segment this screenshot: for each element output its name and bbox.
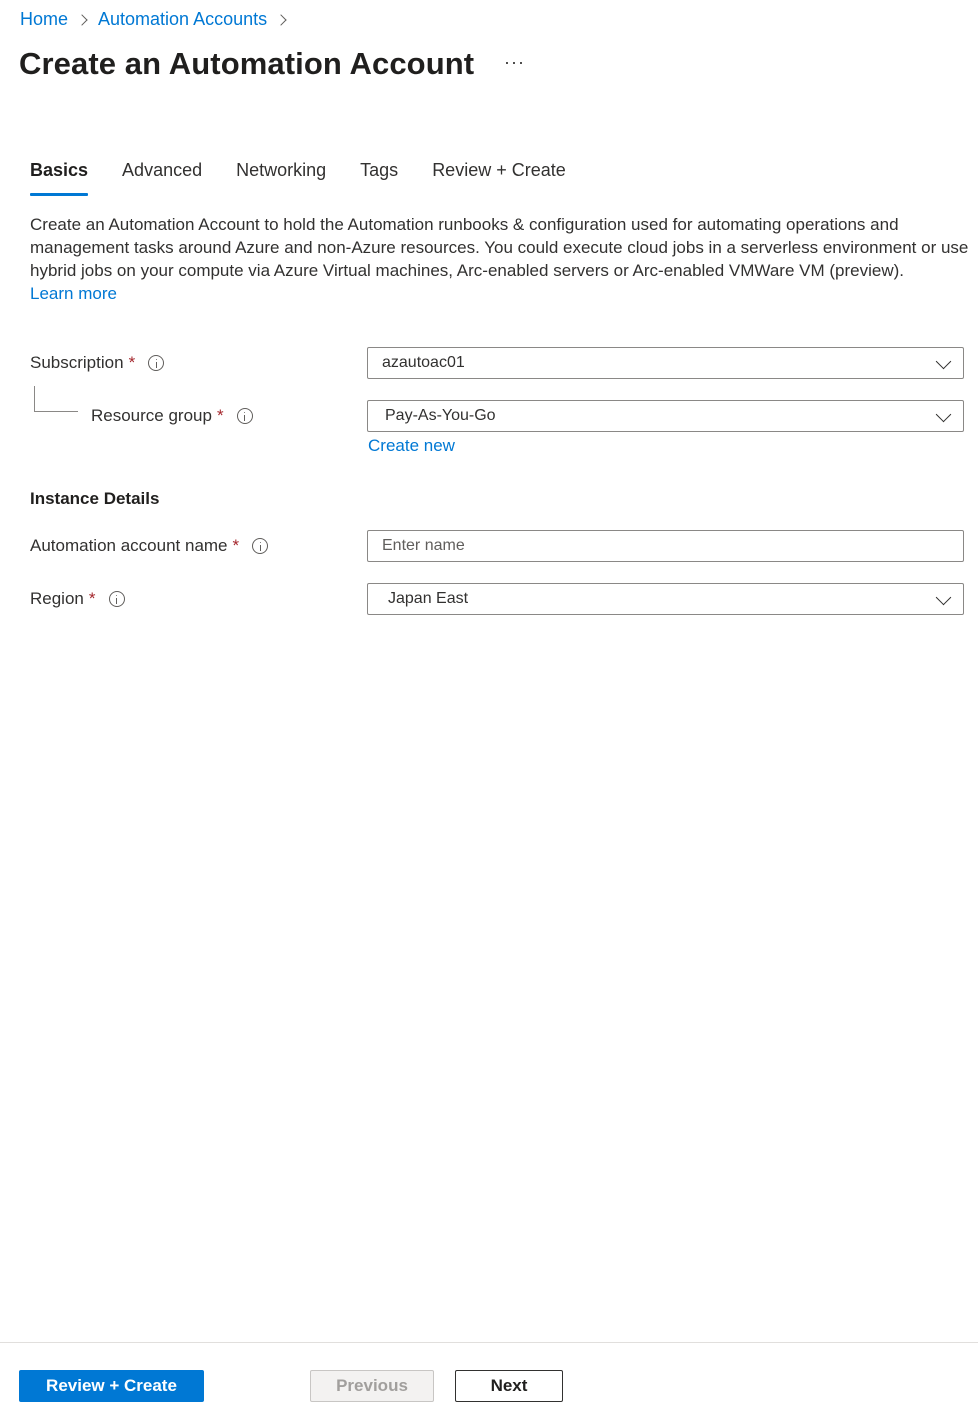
account-name-label-text: Automation account name bbox=[30, 536, 228, 555]
required-marker: * bbox=[216, 406, 224, 425]
chevron-down-icon bbox=[935, 589, 952, 606]
account-name-input[interactable] bbox=[382, 537, 963, 555]
region-label-text: Region bbox=[30, 589, 84, 608]
breadcrumb: Home Automation Accounts bbox=[20, 9, 297, 30]
more-options-button[interactable]: ··· bbox=[504, 52, 525, 73]
review-create-button[interactable]: Review + Create bbox=[19, 1370, 204, 1402]
chevron-down-icon bbox=[935, 406, 952, 423]
subscription-label: Subscription * bbox=[30, 353, 165, 373]
description: Create an Automation Account to hold the… bbox=[30, 213, 970, 305]
next-button[interactable]: Next bbox=[455, 1370, 563, 1402]
previous-button[interactable]: Previous bbox=[310, 1370, 434, 1402]
region-value: Japan East bbox=[388, 590, 469, 607]
account-name-field[interactable] bbox=[367, 530, 964, 562]
required-marker: * bbox=[88, 589, 96, 608]
info-icon[interactable] bbox=[108, 591, 125, 607]
chevron-right-icon bbox=[76, 13, 88, 26]
footer-divider bbox=[0, 1342, 978, 1343]
info-icon[interactable] bbox=[236, 408, 253, 424]
resource-group-dropdown[interactable]: Pay-As-You-Go bbox=[367, 400, 964, 432]
resource-group-value: Pay-As-You-Go bbox=[385, 407, 496, 424]
resource-group-label-text: Resource group bbox=[91, 406, 212, 425]
tree-connector bbox=[34, 386, 78, 412]
required-marker: * bbox=[232, 536, 240, 555]
subscription-value: azautoac01 bbox=[382, 354, 465, 371]
chevron-right-icon bbox=[275, 13, 287, 26]
region-dropdown[interactable]: Japan East bbox=[367, 583, 964, 615]
chevron-down-icon bbox=[935, 353, 952, 370]
description-text: Create an Automation Account to hold the… bbox=[30, 215, 969, 280]
tab-networking[interactable]: Networking bbox=[236, 160, 326, 193]
subscription-dropdown[interactable]: azautoac01 bbox=[367, 347, 964, 379]
page-title: Create an Automation Account bbox=[19, 46, 475, 81]
region-label: Region * bbox=[30, 589, 125, 609]
breadcrumb-automation-accounts[interactable]: Automation Accounts bbox=[98, 9, 267, 30]
tab-review-create[interactable]: Review + Create bbox=[432, 160, 566, 193]
learn-more-link[interactable]: Learn more bbox=[30, 284, 117, 303]
breadcrumb-home[interactable]: Home bbox=[20, 9, 68, 30]
account-name-label: Automation account name * bbox=[30, 536, 269, 556]
tab-bar: Basics Advanced Networking Tags Review +… bbox=[30, 160, 600, 196]
subscription-label-text: Subscription bbox=[30, 353, 124, 372]
tab-tags[interactable]: Tags bbox=[360, 160, 398, 193]
instance-details-heading: Instance Details bbox=[30, 489, 160, 508]
info-icon[interactable] bbox=[252, 538, 269, 554]
create-new-resource-group-link[interactable]: Create new bbox=[368, 436, 455, 456]
resource-group-label: Resource group * bbox=[91, 406, 253, 426]
tab-advanced[interactable]: Advanced bbox=[122, 160, 202, 193]
info-icon[interactable] bbox=[148, 355, 165, 371]
required-marker: * bbox=[128, 353, 136, 372]
tab-basics[interactable]: Basics bbox=[30, 160, 89, 196]
